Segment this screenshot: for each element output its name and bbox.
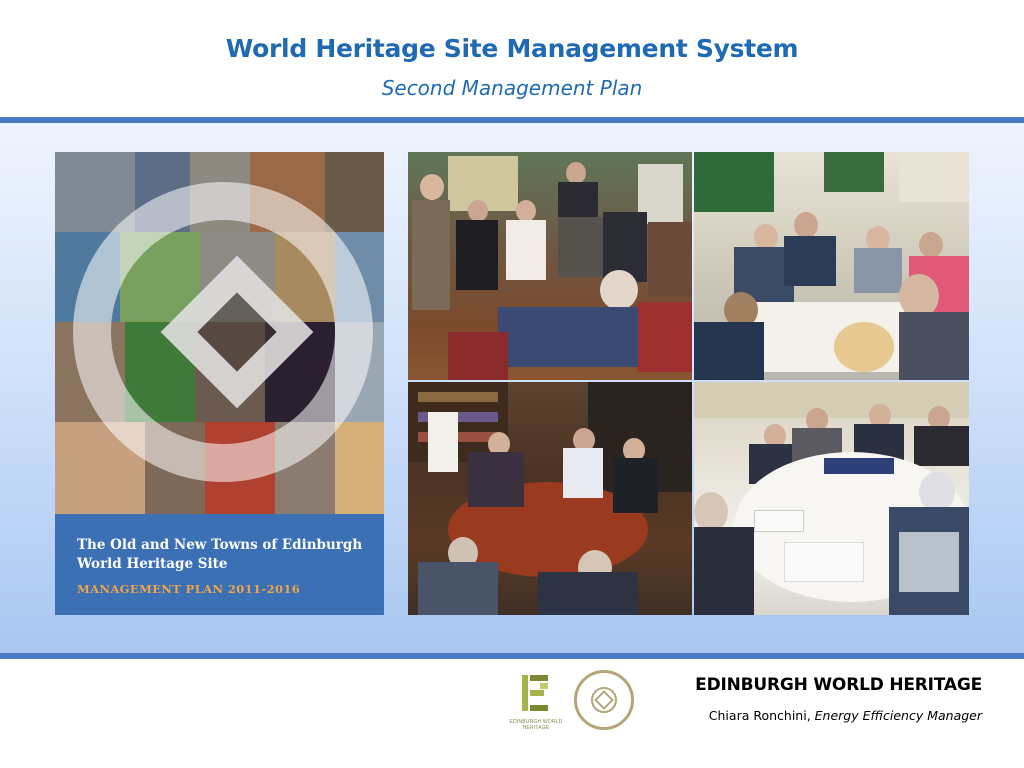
world-heritage-emblem-icon [574,670,634,730]
cover-photo-collage [55,152,384,514]
slide-header: World Heritage Site Management System Se… [0,0,1024,117]
cover-title-line2: World Heritage Site [77,556,228,572]
workshop-photo-4 [694,382,969,615]
cover-title-block: The Old and New Towns of Edinburgh World… [55,514,384,615]
presenter-credit: Chiara Ronchini, Energy Efficiency Manag… [709,708,982,723]
library-meeting-photo-3 [408,382,692,615]
meeting-photo-1 [408,152,692,380]
presenter-role: Energy Efficiency Manager [814,708,982,723]
edinburgh-world-heritage-logo: EDINBURGH WORLD HERITAGE [498,675,574,731]
ewh-letter-e-icon [522,675,548,711]
workshop-photo-2 [694,152,969,380]
organization-name: EDINBURGH WORLD HERITAGE [695,675,982,695]
cover-plan-years: MANAGEMENT PLAN 2011-2016 [77,582,301,596]
cover-title-line1: The Old and New Towns of Edinburgh [77,537,363,553]
ewh-logo-caption: EDINBURGH WORLD HERITAGE [509,719,563,731]
slide-title: World Heritage Site Management System [225,34,799,63]
management-plan-cover: The Old and New Towns of Edinburgh World… [55,152,384,615]
slide-subtitle: Second Management Plan [381,76,643,100]
presenter-name: Chiara Ronchini, [708,708,811,723]
